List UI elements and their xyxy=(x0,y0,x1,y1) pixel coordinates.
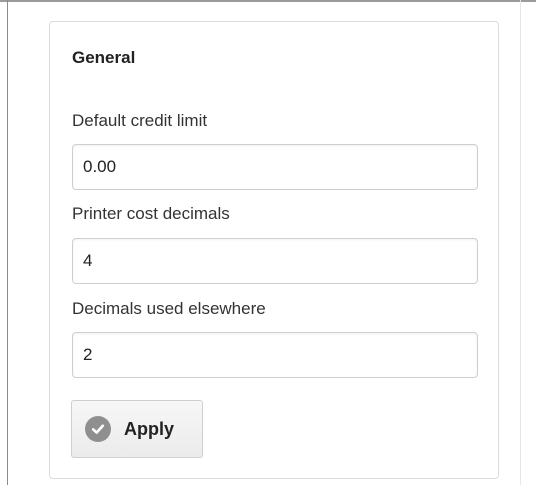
check-circle-icon xyxy=(85,416,111,442)
apply-button-label: Apply xyxy=(124,418,175,439)
general-settings-panel: General Default credit limit Printer cos… xyxy=(49,21,499,479)
panel-title: General xyxy=(72,48,136,67)
default-credit-limit-label: Default credit limit xyxy=(72,111,208,130)
default-credit-limit-input[interactable] xyxy=(72,144,478,190)
decimals-used-elsewhere-input[interactable] xyxy=(72,332,478,378)
printer-cost-decimals-input[interactable] xyxy=(72,238,478,284)
left-divider xyxy=(7,0,8,485)
decimals-used-elsewhere-label: Decimals used elsewhere xyxy=(72,299,266,318)
right-divider xyxy=(520,0,521,485)
printer-cost-decimals-label: Printer cost decimals xyxy=(72,204,230,223)
apply-button[interactable]: Apply xyxy=(71,400,203,458)
